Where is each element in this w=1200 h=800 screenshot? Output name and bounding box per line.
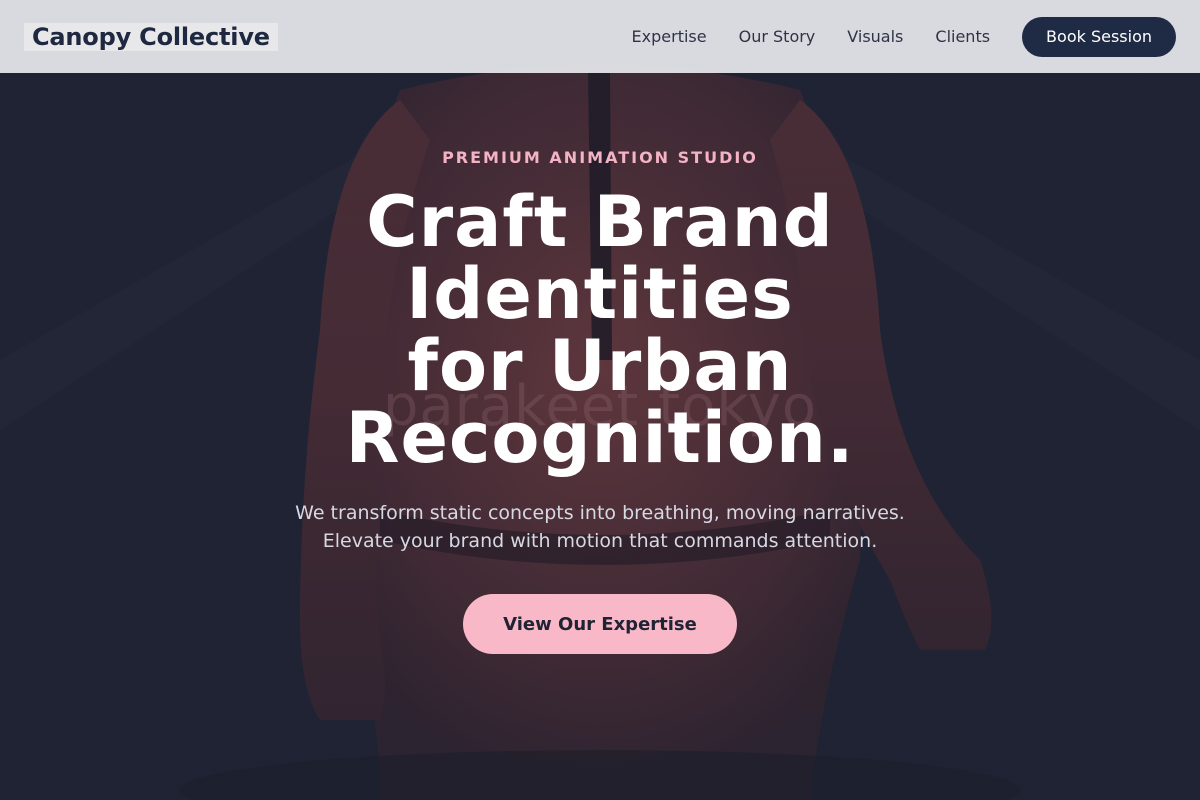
headline-line: Recognition. <box>345 397 855 479</box>
subtext-line: Elevate your brand with motion that comm… <box>322 530 878 552</box>
hero-headline: Craft Brand Identities for Urban Recogni… <box>0 186 1200 474</box>
headline-line: for Urban <box>407 325 793 407</box>
hero-subtext: We transform static concepts into breath… <box>0 499 1200 555</box>
view-expertise-button[interactable]: View Our Expertise <box>463 594 737 654</box>
headline-line: Identities <box>406 253 794 335</box>
hero-eyebrow: PREMIUM ANIMATION STUDIO <box>442 148 758 167</box>
subtext-line: We transform static concepts into breath… <box>295 502 905 524</box>
hero-section: PREMIUM ANIMATION STUDIO Craft Brand Ide… <box>0 0 1200 800</box>
headline-line: Craft Brand <box>366 181 834 263</box>
page: parakeet tokyo Canopy Collective Experti… <box>0 0 1200 800</box>
